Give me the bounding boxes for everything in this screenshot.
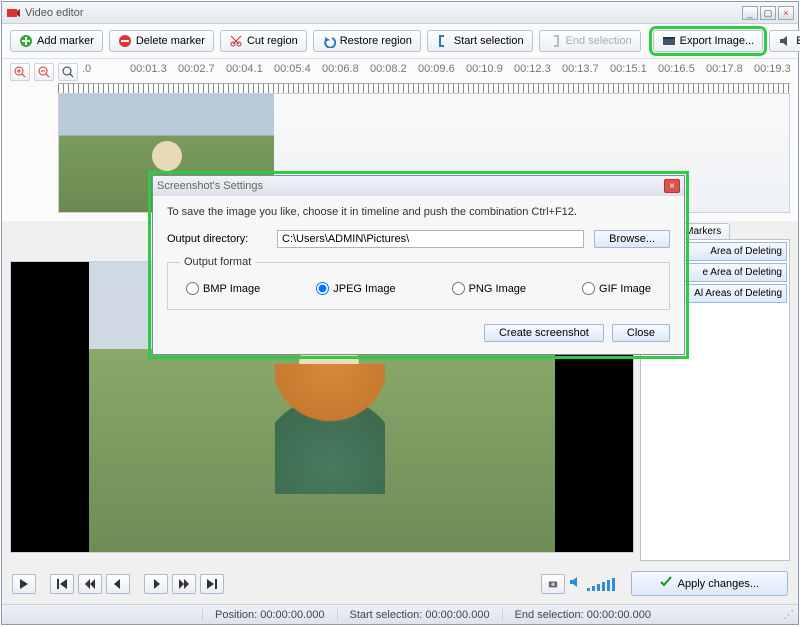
output-directory-label: Output directory:	[167, 233, 267, 245]
prev-frame-button[interactable]	[106, 574, 130, 594]
next-frame-button[interactable]	[144, 574, 168, 594]
browse-button[interactable]: Browse...	[594, 230, 670, 248]
zoom-fit-button[interactable]	[58, 63, 78, 81]
output-format-group: Output format BMP Image JPEG Image PNG I…	[167, 256, 670, 310]
apply-label: Apply changes...	[678, 578, 759, 590]
ruler-marks	[58, 83, 790, 93]
go-end-button[interactable]	[200, 574, 224, 594]
speaker-icon[interactable]	[569, 575, 583, 592]
volume-bars[interactable]	[587, 577, 615, 591]
dialog-title: Screenshot's Settings	[157, 180, 263, 192]
maximize-button[interactable]: ▢	[760, 6, 776, 20]
delete-marker-button[interactable]: Delete marker	[109, 30, 214, 52]
add-marker-label: Add marker	[37, 35, 94, 47]
next-fast-button[interactable]	[172, 574, 196, 594]
status-position: Position: 00:00:00.000	[202, 609, 337, 621]
audio-icon	[778, 34, 792, 48]
apply-changes-button[interactable]: Apply changes...	[631, 571, 788, 596]
screenshot-button[interactable]	[541, 574, 565, 594]
status-start-selection: Start selection: 00:00:00.000	[337, 609, 502, 621]
titlebar: Video editor _ ▢ ×	[2, 2, 798, 24]
screenshot-settings-dialog: Screenshot's Settings × To save the imag…	[152, 175, 685, 355]
go-start-button[interactable]	[50, 574, 74, 594]
plus-icon	[19, 34, 33, 48]
export-audio-label: Export Audio...	[796, 35, 800, 47]
play-button[interactable]	[12, 574, 36, 594]
end-selection-button: End selection	[539, 30, 641, 52]
prev-fast-button[interactable]	[78, 574, 102, 594]
format-jpeg-option[interactable]: JPEG Image	[316, 282, 395, 295]
bracket-left-icon	[436, 34, 450, 48]
format-png-option[interactable]: PNG Image	[452, 282, 526, 295]
start-selection-button[interactable]: Start selection	[427, 30, 533, 52]
transport-bar: Apply changes...	[2, 565, 798, 604]
dialog-titlebar: Screenshot's Settings ×	[153, 176, 684, 196]
minus-icon	[118, 34, 132, 48]
app-icon	[6, 6, 20, 20]
start-selection-label: Start selection	[454, 35, 524, 47]
export-audio-button[interactable]: Export Audio...	[769, 30, 800, 52]
export-image-button[interactable]: Export Image...	[653, 30, 764, 52]
restore-region-button[interactable]: Restore region	[313, 30, 421, 52]
statusbar: Position: 00:00:00.000 Start selection: …	[2, 604, 798, 624]
zoom-in-button[interactable]	[10, 63, 30, 81]
dialog-hint: To save the image you like, choose it in…	[167, 206, 670, 218]
window-title: Video editor	[25, 7, 740, 19]
zoom-out-button[interactable]	[34, 63, 54, 81]
bracket-right-icon	[548, 34, 562, 48]
format-gif-option[interactable]: GIF Image	[582, 282, 651, 295]
dialog-close-action-button[interactable]: Close	[612, 324, 670, 342]
undo-icon	[322, 34, 336, 48]
dialog-close-button[interactable]: ×	[664, 179, 680, 193]
scissors-icon	[229, 34, 243, 48]
status-end-selection: End selection: 00:00:00.000	[502, 609, 663, 621]
film-icon	[662, 34, 676, 48]
restore-region-label: Restore region	[340, 35, 412, 47]
screenshot-settings-highlight: Screenshot's Settings × To save the imag…	[148, 171, 689, 359]
format-bmp-option[interactable]: BMP Image	[186, 282, 260, 295]
output-directory-input[interactable]	[277, 230, 584, 248]
check-icon	[660, 576, 672, 591]
add-marker-button[interactable]: Add marker	[10, 30, 103, 52]
cut-region-button[interactable]: Cut region	[220, 30, 307, 52]
toolbar: Add marker Delete marker Cut region Rest…	[2, 24, 798, 59]
delete-marker-label: Delete marker	[136, 35, 205, 47]
export-image-label: Export Image...	[680, 35, 755, 47]
create-screenshot-button[interactable]: Create screenshot	[484, 324, 604, 342]
output-format-legend: Output format	[180, 256, 255, 268]
cut-region-label: Cut region	[247, 35, 298, 47]
close-window-button[interactable]: ×	[778, 6, 794, 20]
resize-grip-icon[interactable]: ⋰	[783, 608, 798, 621]
minimize-button[interactable]: _	[742, 6, 758, 20]
end-selection-label: End selection	[566, 35, 632, 47]
timeline-ruler[interactable]: .000:01.300:02.700:04.100:05.400:06.800:…	[82, 63, 790, 81]
